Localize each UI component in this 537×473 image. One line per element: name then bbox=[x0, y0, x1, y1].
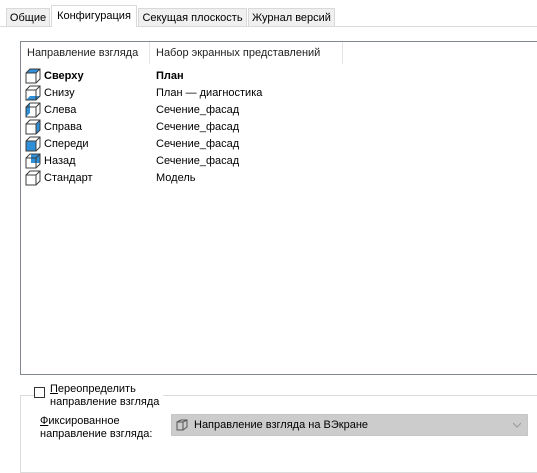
accelerator-key: П bbox=[50, 383, 58, 395]
view-direction-name[interactable]: Справа bbox=[44, 119, 82, 136]
table-row[interactable]: Справа Сечение_фасад bbox=[21, 119, 537, 136]
view-default-icon bbox=[25, 170, 41, 186]
view-direction-name[interactable]: Снизу bbox=[44, 85, 75, 102]
configuration-panel: Направление взгляда Набор экранных предс… bbox=[0, 27, 537, 473]
view-direction-name[interactable]: Спереди bbox=[44, 136, 89, 153]
view-top-icon bbox=[25, 68, 41, 84]
override-direction-label[interactable]: Переопределить направление взгляда bbox=[50, 383, 159, 409]
tab-version-history[interactable]: Журнал версий bbox=[248, 8, 335, 26]
list-header: Направление взгляда Набор экранных предс… bbox=[21, 42, 537, 64]
view-bottom-icon bbox=[25, 85, 41, 101]
table-row[interactable]: Сверху План bbox=[21, 68, 537, 85]
view-direction-name[interactable]: Стандарт bbox=[44, 170, 93, 187]
display-set-name[interactable]: План — диагностика bbox=[156, 85, 262, 102]
view-direction-name[interactable]: Сверху bbox=[44, 68, 84, 85]
fixed-direction-dropdown[interactable]: Направление взгляда на ВЭкране bbox=[171, 414, 528, 436]
chevron-down-icon bbox=[513, 422, 521, 428]
label-text: направление взгляда bbox=[50, 396, 160, 408]
column-header-direction[interactable]: Направление взгляда bbox=[21, 42, 149, 64]
table-row[interactable]: Назад Сечение_фасад bbox=[21, 153, 537, 170]
label-text: направление взгляда: bbox=[40, 428, 153, 440]
override-direction-checkbox[interactable]: Переопределить направление взгляда bbox=[34, 383, 164, 409]
checkbox-box[interactable] bbox=[34, 387, 45, 398]
tab-section-plane[interactable]: Секущая плоскость bbox=[138, 8, 247, 26]
view-direction-name[interactable]: Слева bbox=[44, 102, 76, 119]
table-row[interactable]: Спереди Сечение_фасад bbox=[21, 136, 537, 153]
dropdown-value: Направление взгляда на ВЭкране bbox=[194, 419, 369, 431]
column-divider[interactable] bbox=[342, 42, 343, 64]
display-set-name[interactable]: Модель bbox=[156, 170, 195, 187]
display-set-name[interactable]: Сечение_фасад bbox=[156, 153, 239, 170]
view-back-icon bbox=[25, 153, 41, 169]
view-left-icon bbox=[25, 102, 41, 118]
view-direction-name[interactable]: Назад bbox=[44, 153, 76, 170]
label-text: ереопределить bbox=[57, 383, 136, 395]
display-set-name[interactable]: Сечение_фасад bbox=[156, 119, 239, 136]
cube-view-icon bbox=[176, 419, 188, 431]
label-text: иксированное bbox=[48, 415, 120, 427]
display-set-name[interactable]: Сечение_фасад bbox=[156, 102, 239, 119]
fixed-direction-label: Фиксированное направление взгляда: bbox=[40, 415, 152, 441]
view-direction-list[interactable]: Направление взгляда Набор экранных предс… bbox=[20, 41, 537, 375]
table-row[interactable]: Слева Сечение_фасад bbox=[21, 102, 537, 119]
table-row[interactable]: Снизу План — диагностика bbox=[21, 85, 537, 102]
tab-general[interactable]: Общие bbox=[6, 8, 50, 26]
display-set-name[interactable]: Сечение_фасад bbox=[156, 136, 239, 153]
display-set-name[interactable]: План bbox=[156, 68, 184, 85]
tab-configuration[interactable]: Конфигурация bbox=[51, 5, 137, 27]
table-row[interactable]: Стандарт Модель bbox=[21, 170, 537, 187]
view-right-icon bbox=[25, 119, 41, 135]
view-front-icon bbox=[25, 136, 41, 152]
column-header-display-set[interactable]: Набор экранных представлений bbox=[150, 42, 342, 64]
tab-strip: Общие Конфигурация Секущая плоскость Жур… bbox=[0, 0, 537, 27]
